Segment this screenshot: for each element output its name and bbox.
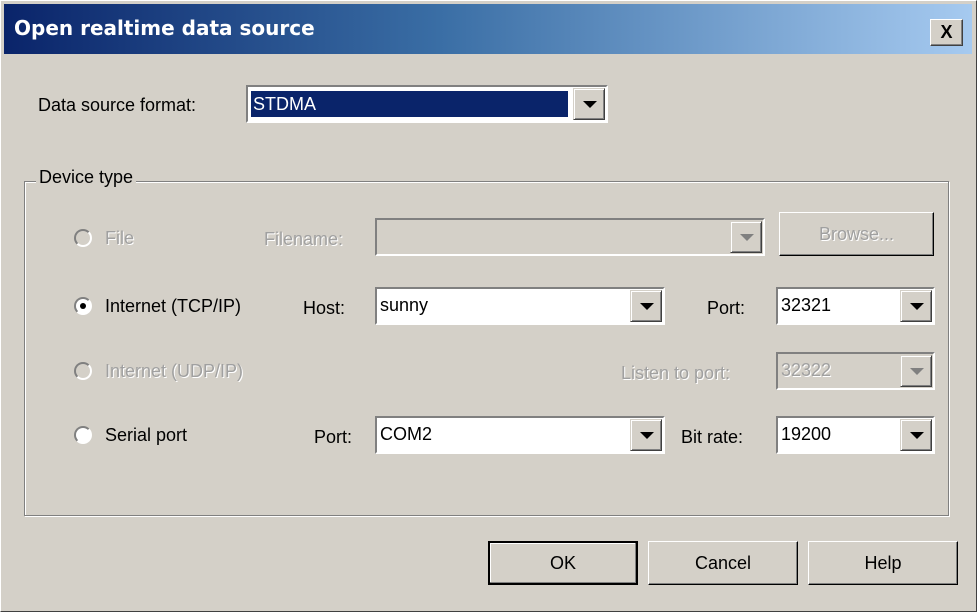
filename-label: Filename:	[264, 229, 344, 249]
format-select[interactable]: STDMA	[246, 85, 608, 123]
serial-port-label: Port:	[314, 427, 353, 447]
filename-select[interactable]	[375, 218, 765, 256]
udp-radio-label: Internet (UDP/IP)	[105, 361, 244, 381]
serial-port-value: COM2	[380, 424, 433, 444]
window-title: Open realtime data source	[14, 16, 315, 40]
ok-button[interactable]: OK	[488, 541, 638, 585]
chevron-down-icon[interactable]	[630, 290, 662, 322]
bitrate-label: Bit rate:	[681, 427, 744, 447]
chevron-down-icon[interactable]	[730, 221, 762, 253]
udp-radio[interactable]	[74, 362, 92, 380]
tcp-port-label: Port:	[707, 298, 746, 318]
chevron-down-icon[interactable]	[900, 419, 932, 451]
serial-radio-label: Serial port	[105, 425, 188, 445]
serial-radio[interactable]	[74, 426, 92, 444]
listen-port-value: 32322	[781, 360, 832, 380]
host-value: sunny	[380, 295, 429, 315]
tcp-radio[interactable]	[74, 297, 92, 315]
close-button[interactable]: X	[930, 19, 963, 46]
cancel-button[interactable]: Cancel	[648, 541, 798, 585]
device-type-label: Device type	[36, 167, 137, 188]
title-bar[interactable]: Open realtime data source X	[4, 4, 972, 54]
chevron-down-icon[interactable]	[900, 290, 932, 322]
chevron-down-icon[interactable]	[900, 355, 932, 387]
bitrate-value: 19200	[781, 424, 832, 444]
tcp-port-select[interactable]: 32321	[776, 287, 935, 325]
bitrate-select[interactable]: 19200	[776, 416, 935, 454]
file-radio[interactable]	[74, 229, 92, 247]
chevron-down-icon[interactable]	[630, 419, 662, 451]
file-radio-label: File	[105, 228, 135, 248]
chevron-down-icon[interactable]	[573, 88, 605, 120]
radio-dot-icon	[80, 303, 86, 309]
tcp-radio-label: Internet (TCP/IP)	[105, 296, 242, 316]
listen-port-label: Listen to port:	[621, 363, 731, 383]
help-button[interactable]: Help	[808, 541, 958, 585]
browse-button[interactable]: Browse...	[779, 212, 934, 256]
format-value: STDMA	[251, 91, 568, 117]
listen-port-select[interactable]: 32322	[776, 352, 935, 390]
serial-port-select[interactable]: COM2	[375, 416, 665, 454]
tcp-port-value: 32321	[781, 295, 832, 315]
host-label: Host:	[303, 298, 346, 318]
format-label: Data source format:	[38, 95, 197, 115]
host-select[interactable]: sunny	[375, 287, 665, 325]
dialog-window: Open realtime data source X Data source …	[0, 0, 977, 612]
